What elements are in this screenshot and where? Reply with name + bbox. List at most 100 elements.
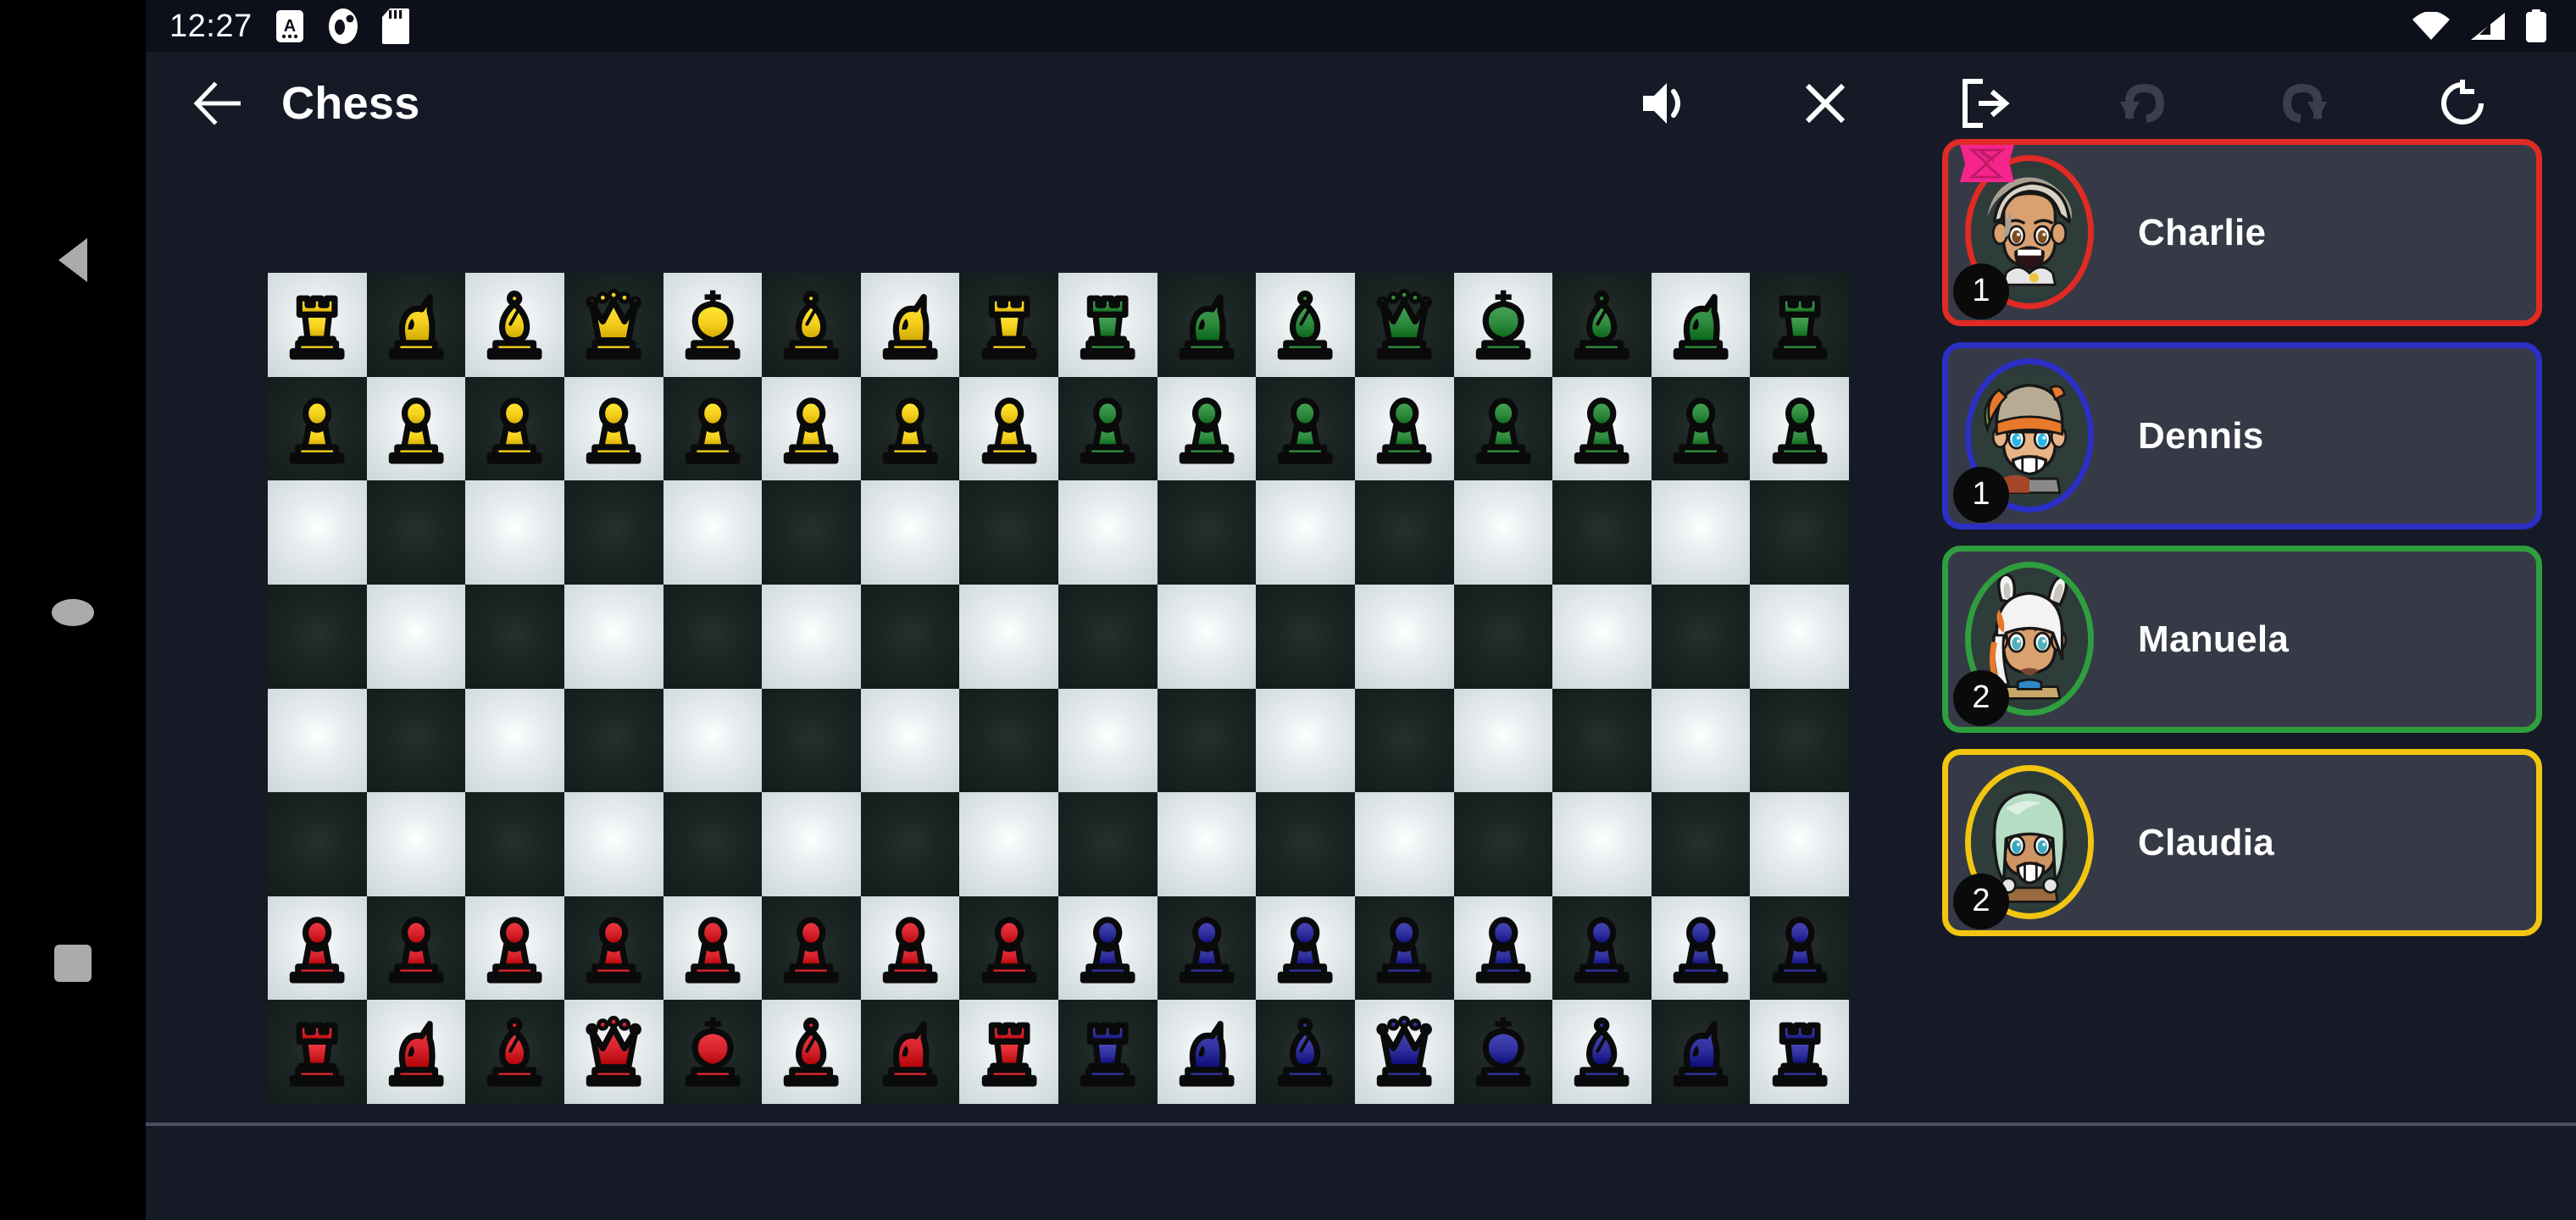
board-square[interactable] xyxy=(1750,376,1849,481)
board-square[interactable] xyxy=(1256,376,1355,481)
board-square[interactable] xyxy=(366,792,466,896)
board-square[interactable] xyxy=(366,273,466,377)
board-square[interactable] xyxy=(1651,792,1751,896)
chess-piece-green-queen[interactable] xyxy=(1355,273,1454,377)
board-square[interactable] xyxy=(1256,584,1355,689)
board-square[interactable] xyxy=(1552,792,1652,896)
board-square[interactable] xyxy=(1453,1000,1553,1104)
board-square[interactable] xyxy=(366,688,466,793)
board-square[interactable] xyxy=(1651,584,1751,689)
board-square[interactable] xyxy=(1256,480,1355,585)
chess-piece-red-knight[interactable] xyxy=(367,1000,466,1104)
chess-piece-blue-bishop[interactable] xyxy=(1256,1000,1355,1104)
board-square[interactable] xyxy=(1354,792,1454,896)
chess-piece-yellow-king[interactable] xyxy=(663,273,763,377)
board-square[interactable] xyxy=(1058,896,1158,1001)
board-square[interactable] xyxy=(860,376,960,481)
chess-piece-red-bishop[interactable] xyxy=(762,1000,861,1104)
board-square[interactable] xyxy=(366,1000,466,1104)
board-square[interactable] xyxy=(762,1000,861,1104)
board-square[interactable] xyxy=(1552,584,1652,689)
board-square[interactable] xyxy=(1453,480,1553,585)
board-square[interactable] xyxy=(564,376,663,481)
close-button[interactable] xyxy=(1746,57,1905,150)
chess-piece-green-pawn[interactable] xyxy=(1256,377,1355,481)
board-square[interactable] xyxy=(1354,896,1454,1001)
board-square[interactable] xyxy=(1651,273,1751,377)
board-square[interactable] xyxy=(1552,688,1652,793)
board-square[interactable] xyxy=(564,480,663,585)
player-card-dennis[interactable]: 1 Dennis xyxy=(1942,342,2542,530)
chess-piece-yellow-pawn[interactable] xyxy=(762,377,861,481)
board-square[interactable] xyxy=(1750,896,1849,1001)
chess-piece-green-bishop[interactable] xyxy=(1256,273,1355,377)
board-square[interactable] xyxy=(860,273,960,377)
board-square[interactable] xyxy=(268,273,367,377)
board-square[interactable] xyxy=(663,376,763,481)
chess-piece-blue-pawn[interactable] xyxy=(1058,896,1158,1001)
board-square[interactable] xyxy=(268,1000,367,1104)
chess-piece-green-king[interactable] xyxy=(1454,273,1553,377)
chess-piece-red-bishop[interactable] xyxy=(465,1000,564,1104)
board-square[interactable] xyxy=(1750,584,1849,689)
board-square[interactable] xyxy=(1354,688,1454,793)
board-square[interactable] xyxy=(564,896,663,1001)
board-square[interactable] xyxy=(1354,376,1454,481)
board-square[interactable] xyxy=(366,376,466,481)
board-square[interactable] xyxy=(465,1000,564,1104)
chess-piece-blue-rook[interactable] xyxy=(1058,1000,1158,1104)
board-square[interactable] xyxy=(1058,376,1158,481)
board-square[interactable] xyxy=(1651,480,1751,585)
board-square[interactable] xyxy=(762,273,861,377)
nav-back-button[interactable] xyxy=(0,222,146,298)
board-square[interactable] xyxy=(564,688,663,793)
chess-piece-red-pawn[interactable] xyxy=(268,896,367,1001)
board-square[interactable] xyxy=(1651,688,1751,793)
board-square[interactable] xyxy=(268,480,367,585)
chess-piece-blue-pawn[interactable] xyxy=(1454,896,1553,1001)
chess-piece-green-pawn[interactable] xyxy=(1355,377,1454,481)
board-square[interactable] xyxy=(465,480,564,585)
board-square[interactable] xyxy=(268,584,367,689)
chess-piece-blue-pawn[interactable] xyxy=(1355,896,1454,1001)
chess-piece-red-king[interactable] xyxy=(663,1000,763,1104)
board-square[interactable] xyxy=(663,584,763,689)
board-square[interactable] xyxy=(1058,792,1158,896)
chess-piece-red-pawn[interactable] xyxy=(762,896,861,1001)
board-square[interactable] xyxy=(860,584,960,689)
chess-piece-green-rook[interactable] xyxy=(1750,273,1849,377)
board-square[interactable] xyxy=(1157,1000,1257,1104)
chess-piece-green-rook[interactable] xyxy=(1058,273,1158,377)
board-square[interactable] xyxy=(762,896,861,1001)
board-square[interactable] xyxy=(366,480,466,585)
board-square[interactable] xyxy=(959,376,1058,481)
player-card-manuela[interactable]: 2 Manuela xyxy=(1942,546,2542,733)
chess-piece-green-bishop[interactable] xyxy=(1552,273,1652,377)
board-square[interactable] xyxy=(1157,896,1257,1001)
board-square[interactable] xyxy=(1157,376,1257,481)
board-square[interactable] xyxy=(1453,792,1553,896)
chess-piece-green-pawn[interactable] xyxy=(1158,377,1257,481)
chess-piece-yellow-pawn[interactable] xyxy=(861,377,960,481)
board-square[interactable] xyxy=(762,480,861,585)
board-square[interactable] xyxy=(1157,688,1257,793)
board-square[interactable] xyxy=(1651,376,1751,481)
board-square[interactable] xyxy=(1256,792,1355,896)
board-square[interactable] xyxy=(465,896,564,1001)
board-square[interactable] xyxy=(1354,584,1454,689)
chess-piece-blue-pawn[interactable] xyxy=(1750,896,1849,1001)
nav-home-button[interactable] xyxy=(0,574,146,651)
sound-button[interactable] xyxy=(1586,57,1746,150)
board-square[interactable] xyxy=(1058,584,1158,689)
board-square[interactable] xyxy=(1651,896,1751,1001)
chess-piece-red-pawn[interactable] xyxy=(663,896,763,1001)
board-square[interactable] xyxy=(1157,584,1257,689)
chess-piece-red-pawn[interactable] xyxy=(465,896,564,1001)
board-square[interactable] xyxy=(762,688,861,793)
chess-piece-yellow-pawn[interactable] xyxy=(367,377,466,481)
chess-piece-yellow-pawn[interactable] xyxy=(663,377,763,481)
board-square[interactable] xyxy=(1354,273,1454,377)
chess-piece-yellow-pawn[interactable] xyxy=(959,377,1058,481)
board-square[interactable] xyxy=(762,584,861,689)
board-square[interactable] xyxy=(959,896,1058,1001)
